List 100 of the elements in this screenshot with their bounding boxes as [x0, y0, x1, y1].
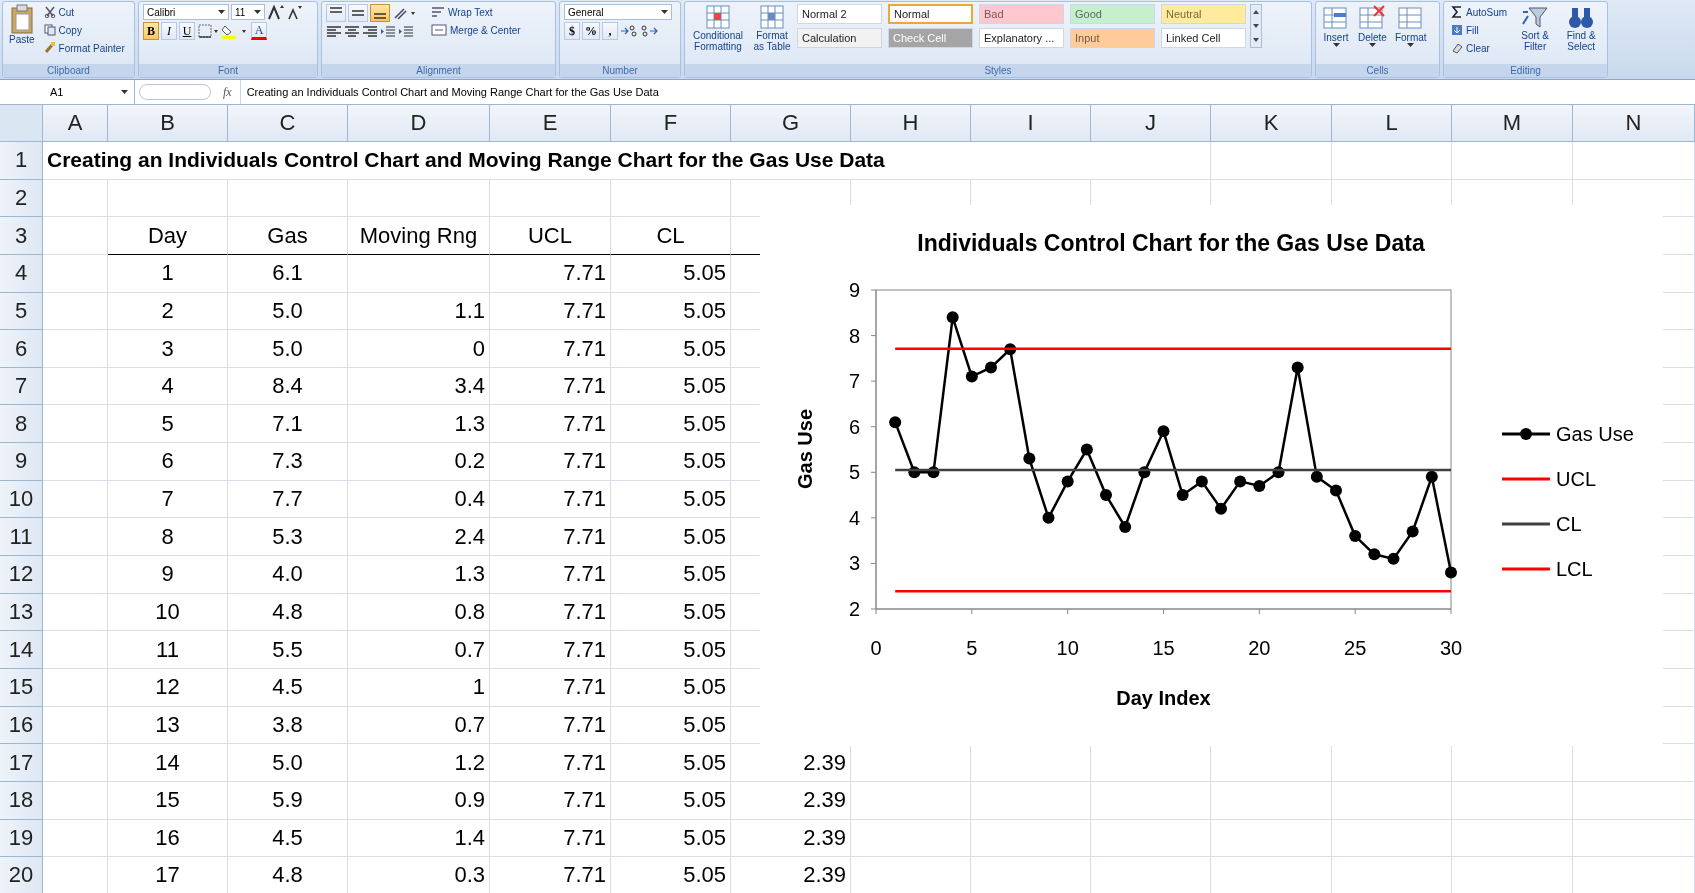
table-cell: 4.8 — [228, 593, 348, 632]
table-cell: 7.71 — [490, 744, 611, 782]
insert-function-button[interactable]: fx — [215, 84, 240, 100]
cell-style[interactable]: Linked Cell — [1161, 28, 1246, 48]
row-header[interactable]: 20 — [0, 857, 43, 893]
paste-button[interactable]: Paste — [7, 4, 37, 45]
format-button[interactable]: Format — [1392, 4, 1429, 48]
format-toggle[interactable]: I — [161, 22, 177, 40]
conditional-formatting-button[interactable]: Conditional Formatting — [689, 4, 747, 52]
table-cell: 3.8 — [228, 706, 348, 745]
column-header[interactable]: N — [1573, 105, 1695, 141]
cell-style[interactable]: Input — [1070, 28, 1155, 48]
cell-style[interactable]: Bad — [979, 4, 1064, 24]
vertical-align-button[interactable] — [348, 4, 368, 22]
column-header[interactable]: C — [228, 105, 348, 141]
row-header[interactable]: 17 — [0, 744, 43, 782]
row-header[interactable]: 15 — [0, 668, 43, 707]
table-cell: 9 — [108, 556, 228, 594]
format-toggle[interactable]: U — [179, 22, 195, 40]
cell-style[interactable]: Good — [1070, 4, 1155, 24]
font-size-field[interactable]: 11 — [231, 4, 265, 20]
vertical-align-button[interactable] — [326, 4, 346, 22]
format-as-table-button[interactable]: Format as Table — [751, 4, 793, 52]
funnel-icon — [1521, 4, 1550, 30]
column-header[interactable]: I — [971, 105, 1091, 141]
table-cell: 4 — [108, 367, 228, 406]
merge-center-button[interactable]: Merge & Center — [428, 22, 524, 38]
borders-icon[interactable] — [197, 23, 219, 39]
font-color-button[interactable]: A — [251, 22, 267, 40]
format-cells-icon — [1396, 4, 1425, 32]
number-format-button[interactable]: $ — [564, 22, 580, 40]
cell-style[interactable]: Explanatory ... — [979, 28, 1064, 48]
cell-style[interactable]: Normal — [888, 4, 973, 24]
group-label: Font — [139, 64, 317, 77]
number-format-button[interactable]: % — [582, 22, 600, 40]
table-cell: 8.4 — [228, 367, 348, 406]
name-box[interactable]: A1 — [0, 80, 135, 104]
autosum-button[interactable]: AutoSum — [1448, 4, 1511, 20]
grow-font-icon[interactable] — [267, 4, 285, 20]
row-header[interactable]: 12 — [0, 556, 43, 594]
column-header[interactable]: M — [1452, 105, 1573, 141]
find-select-button[interactable]: Find & Select — [1560, 4, 1603, 52]
row-header[interactable]: 2 — [0, 179, 43, 218]
cut-button[interactable]: Cut — [40, 4, 128, 20]
insert-button[interactable]: Insert — [1320, 4, 1352, 48]
cell-style[interactable]: Neutral — [1161, 4, 1246, 24]
text-align-icon[interactable] — [326, 24, 342, 38]
vertical-align-button[interactable] — [370, 4, 390, 22]
cell-style[interactable]: Normal 2 — [797, 4, 882, 24]
row-header[interactable]: 3 — [0, 217, 43, 255]
orientation-icon[interactable] — [392, 5, 418, 21]
increase-decimal-icon[interactable] — [620, 23, 638, 39]
number-format-field[interactable]: General — [564, 4, 672, 20]
column-header[interactable]: K — [1211, 105, 1332, 141]
legend-swatch — [1502, 567, 1550, 571]
row-header[interactable]: 13 — [0, 593, 43, 632]
column-header[interactable]: E — [490, 105, 611, 141]
column-header[interactable]: L — [1332, 105, 1452, 141]
merge-icon — [431, 24, 447, 36]
font-name-field[interactable]: Calibri — [143, 4, 229, 20]
indent-icon[interactable] — [380, 24, 396, 38]
row-header[interactable]: 11 — [0, 518, 43, 557]
copy-button[interactable]: Copy — [40, 22, 128, 38]
column-header[interactable]: G — [731, 105, 851, 141]
shrink-font-icon[interactable] — [287, 4, 303, 20]
formula-field[interactable]: Creating an Individuals Control Chart and Moving Range Chart for the Gas Use Data — [239, 80, 659, 104]
row-header[interactable]: 10 — [0, 480, 43, 519]
column-header[interactable]: D — [348, 105, 490, 141]
column-header[interactable]: H — [851, 105, 971, 141]
table-cell: 4.5 — [228, 819, 348, 858]
fill-button[interactable]: Fill — [1448, 22, 1511, 38]
column-header[interactable]: A — [43, 105, 108, 141]
text-align-icon[interactable] — [344, 24, 360, 38]
cell-style[interactable]: Calculation — [797, 28, 882, 48]
sort-filter-button[interactable]: Sort & Filter — [1514, 4, 1557, 52]
column-header[interactable]: F — [611, 105, 731, 141]
row-header[interactable]: 6 — [0, 330, 43, 368]
row-header[interactable]: 16 — [0, 706, 43, 745]
row-header[interactable]: 9 — [0, 443, 43, 481]
row-header[interactable]: 4 — [0, 254, 43, 293]
clear-button[interactable]: Clear — [1448, 40, 1511, 56]
column-header[interactable]: B — [108, 105, 228, 141]
wrap-text-button[interactable]: Wrap Text — [428, 4, 524, 20]
row-header[interactable]: 5 — [0, 292, 43, 331]
gallery-scroll-icon[interactable] — [1250, 4, 1262, 48]
row-header[interactable]: 18 — [0, 781, 43, 820]
row-header[interactable]: 19 — [0, 819, 43, 858]
fill-color-icon[interactable] — [221, 23, 249, 39]
row-header[interactable]: 8 — [0, 405, 43, 444]
row-header[interactable]: 1 — [0, 142, 43, 180]
x-tick-label: 25 — [1344, 637, 1367, 659]
column-header[interactable]: J — [1091, 105, 1211, 141]
format-toggle[interactable]: B — [143, 22, 159, 40]
delete-button[interactable]: Delete — [1356, 4, 1389, 48]
row-header[interactable]: 14 — [0, 631, 43, 669]
text-align-icon[interactable] — [362, 24, 378, 38]
number-format-button[interactable]: , — [602, 22, 618, 40]
row-header[interactable]: 7 — [0, 367, 43, 406]
decrease-decimal-icon[interactable] — [640, 23, 658, 39]
format-painter-button[interactable]: Format Painter — [40, 40, 128, 56]
